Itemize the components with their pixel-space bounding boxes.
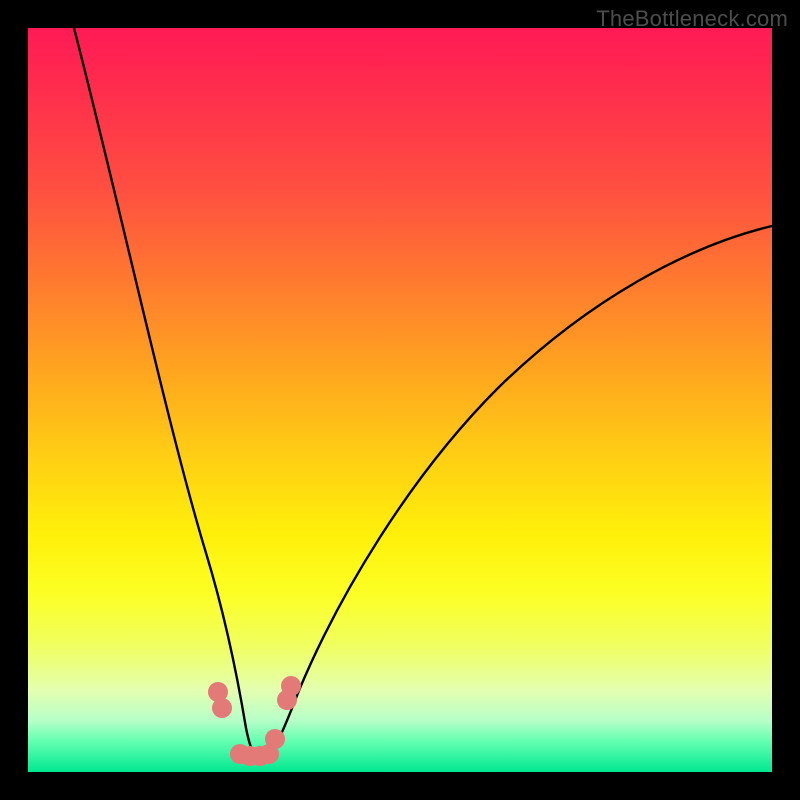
chart-frame: TheBottleneck.com	[0, 0, 800, 800]
bottleneck-curve-right	[260, 226, 772, 758]
curve-layer	[28, 28, 772, 772]
plot-area	[28, 28, 772, 772]
bottleneck-curve-left	[74, 28, 260, 758]
